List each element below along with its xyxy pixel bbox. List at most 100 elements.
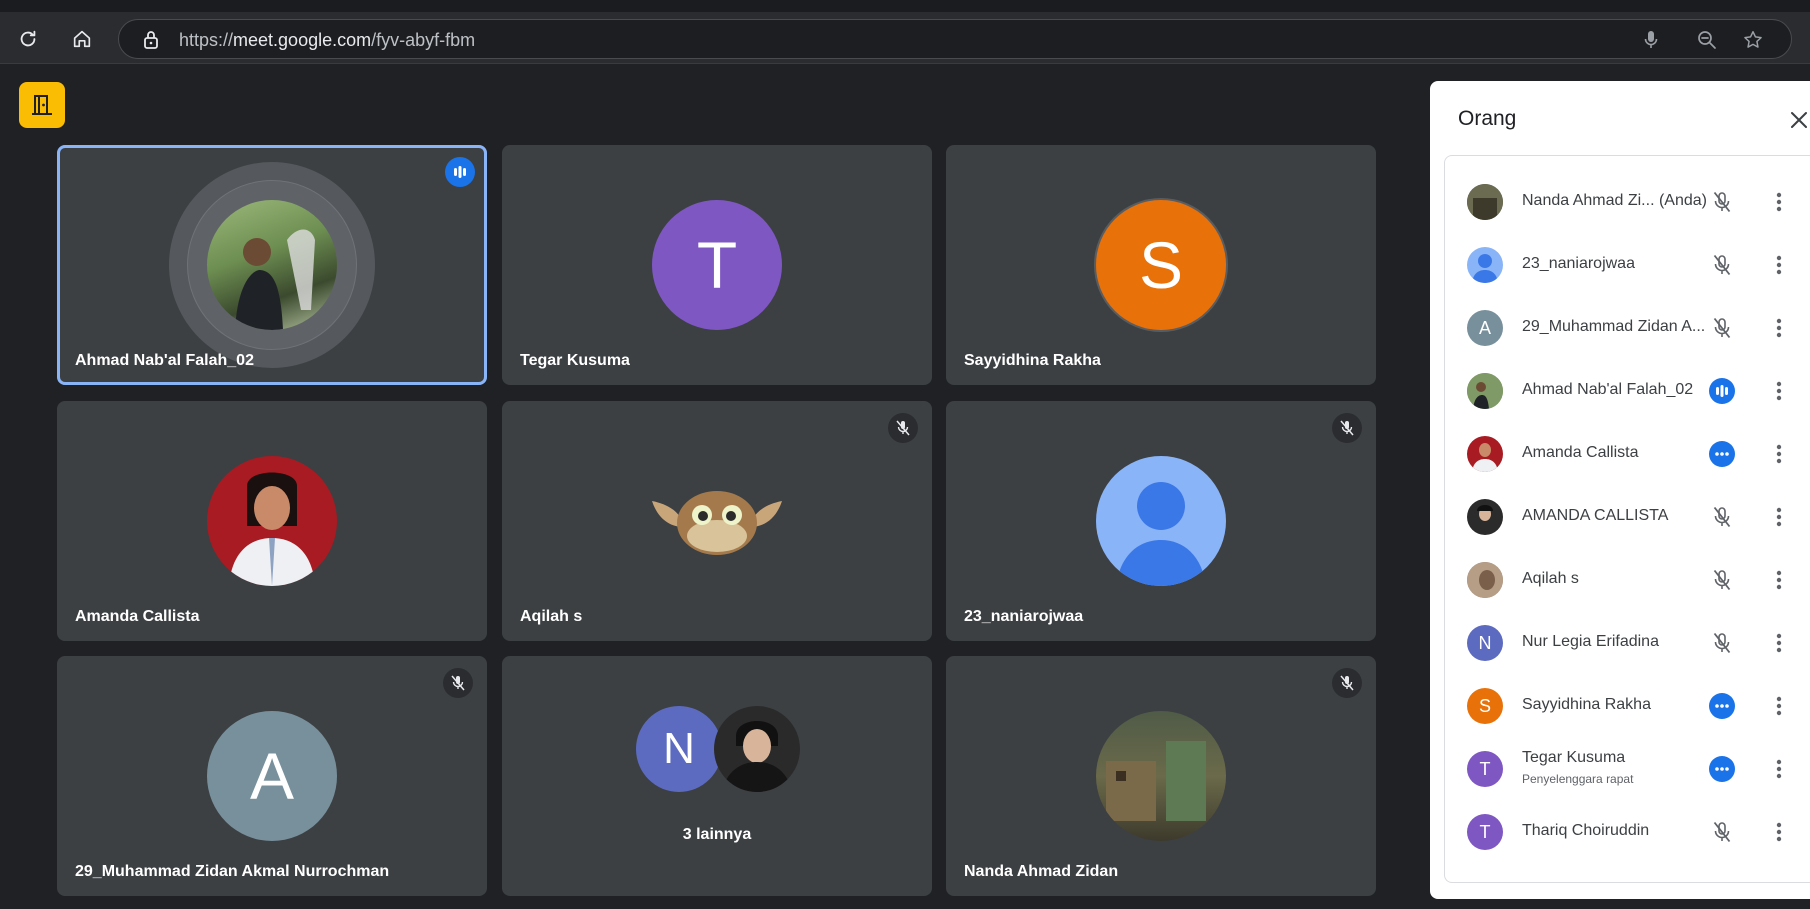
microphone-icon[interactable]	[1639, 28, 1663, 52]
participant-name: Aqilah s	[1522, 570, 1579, 587]
list-item[interactable]: AMANDA CALLISTA	[1445, 485, 1810, 548]
avatar: S	[1096, 200, 1226, 330]
default-person-avatar	[1467, 247, 1503, 283]
participant-tile[interactable]: 23_naniarojwaa	[946, 401, 1376, 641]
star-icon[interactable]	[1741, 28, 1765, 52]
muted-indicator	[1332, 668, 1362, 698]
url-host: meet.google.com	[233, 30, 372, 50]
avatar: N	[1467, 625, 1503, 661]
more-options-icon[interactable]	[1767, 818, 1791, 846]
door-icon	[32, 95, 52, 115]
browser-toolbar: https://meet.google.com/fyv-abyf-fbm	[0, 12, 1810, 64]
mic-off-icon[interactable]	[1709, 504, 1735, 530]
people-panel: Orang Nanda Ahmad Zi... (Anda) 23_naniar…	[1430, 81, 1810, 899]
close-icon[interactable]	[1784, 105, 1810, 135]
speaking-indicator	[445, 157, 475, 187]
participant-name: Amanda Callista	[1522, 444, 1639, 461]
participant-name: Aqilah s	[520, 608, 583, 625]
active-indicator[interactable]	[1709, 693, 1735, 719]
list-item[interactable]: S Sayyidhina Rakha	[1445, 674, 1810, 737]
url-prefix: https://	[179, 30, 234, 50]
participant-name: Ahmad Nab'al Falah_02	[75, 352, 254, 369]
list-item[interactable]: Nanda Ahmad Zi... (Anda)	[1445, 170, 1810, 233]
participant-role: Penyelenggara rapat	[1522, 772, 1634, 786]
participant-name: Tegar Kusuma	[1522, 749, 1626, 766]
avatar: T	[1467, 814, 1503, 850]
address-bar[interactable]: https://meet.google.com/fyv-abyf-fbm	[118, 19, 1792, 59]
more-options-icon[interactable]	[1767, 755, 1791, 783]
avatar	[1096, 711, 1226, 841]
participant-list: Nanda Ahmad Zi... (Anda) 23_naniarojwaa …	[1444, 155, 1810, 883]
participant-name: 29_Muhammad Zidan A...	[1522, 318, 1706, 335]
mic-off-icon[interactable]	[1709, 189, 1735, 215]
pufferfish-avatar	[642, 481, 792, 566]
lock-icon[interactable]	[139, 28, 163, 52]
participant-name: 29_Muhammad Zidan Akmal Nurrochman	[75, 863, 390, 880]
more-options-icon[interactable]	[1767, 377, 1791, 405]
more-options-icon[interactable]	[1767, 503, 1791, 531]
muted-indicator	[888, 413, 918, 443]
participant-name: Sayyidhina Rakha	[964, 352, 1101, 369]
more-options-icon[interactable]	[1767, 629, 1791, 657]
reload-icon[interactable]	[12, 24, 44, 54]
more-options-icon[interactable]	[1767, 314, 1791, 342]
active-indicator[interactable]	[1709, 756, 1735, 782]
list-item[interactable]: Aqilah s	[1445, 548, 1810, 611]
more-options-icon[interactable]	[1767, 692, 1791, 720]
active-indicator[interactable]	[1709, 441, 1735, 467]
avatar: T	[1467, 751, 1503, 787]
meet-stage: Ahmad Nab'al Falah_02 T Tegar Kusuma S S…	[0, 65, 1810, 909]
participant-tile[interactable]: Ahmad Nab'al Falah_02	[57, 145, 487, 385]
participant-name: Tegar Kusuma	[520, 352, 630, 369]
muted-indicator	[1332, 413, 1362, 443]
more-options-icon[interactable]	[1767, 440, 1791, 468]
participant-name: Nanda Ahmad Zidan	[964, 863, 1119, 880]
avatar: A	[207, 711, 337, 841]
avatar	[1467, 184, 1503, 220]
avatar	[1467, 499, 1503, 535]
avatar	[1467, 562, 1503, 598]
participant-name: 23_naniarojwaa	[1522, 255, 1635, 272]
url-text[interactable]: https://meet.google.com/fyv-abyf-fbm	[179, 30, 475, 51]
list-item[interactable]: T Thariq Choiruddin	[1445, 800, 1810, 863]
browser-title-strip	[0, 0, 1810, 12]
list-item[interactable]: Ahmad Nab'al Falah_02	[1445, 359, 1810, 422]
mic-off-icon[interactable]	[1709, 315, 1735, 341]
participant-name: Nur Legia Erifadina	[1522, 633, 1659, 650]
avatar: T	[652, 200, 782, 330]
panel-title: Orang	[1458, 107, 1517, 130]
mic-off-icon[interactable]	[1709, 630, 1735, 656]
participant-tile[interactable]: S Sayyidhina Rakha	[946, 145, 1376, 385]
zoom-icon[interactable]	[1695, 28, 1719, 52]
breakout-door-button[interactable]	[19, 82, 65, 128]
overflow-participants-tile[interactable]: N 3 lainnya	[502, 656, 932, 896]
mic-off-icon[interactable]	[1709, 567, 1735, 593]
muted-indicator	[443, 668, 473, 698]
participant-tile[interactable]: A 29_Muhammad Zidan Akmal Nurrochman	[57, 656, 487, 896]
avatar	[207, 200, 337, 330]
list-item[interactable]: N Nur Legia Erifadina	[1445, 611, 1810, 674]
participant-tile[interactable]: T Tegar Kusuma	[502, 145, 932, 385]
participant-tile[interactable]: Nanda Ahmad Zidan	[946, 656, 1376, 896]
list-item[interactable]: 23_naniarojwaa	[1445, 233, 1810, 296]
participant-tile[interactable]: Aqilah s	[502, 401, 932, 641]
avatar	[1467, 373, 1503, 409]
list-item[interactable]: Amanda Callista	[1445, 422, 1810, 485]
mic-off-icon[interactable]	[1709, 819, 1735, 845]
home-icon[interactable]	[66, 24, 98, 54]
more-options-icon[interactable]	[1767, 188, 1791, 216]
speaking-indicator[interactable]	[1709, 378, 1735, 404]
more-options-icon[interactable]	[1767, 566, 1791, 594]
more-options-icon[interactable]	[1767, 251, 1791, 279]
list-item[interactable]: T Tegar Kusuma Penyelenggara rapat	[1445, 737, 1810, 800]
avatar: A	[1467, 310, 1503, 346]
participant-name: Thariq Choiruddin	[1522, 822, 1650, 839]
list-item[interactable]: A 29_Muhammad Zidan A...	[1445, 296, 1810, 359]
url-path: /fyv-abyf-fbm	[371, 30, 476, 50]
participant-tile[interactable]: Amanda Callista	[57, 401, 487, 641]
participant-name: Amanda Callista	[75, 608, 200, 625]
mic-off-icon[interactable]	[1709, 252, 1735, 278]
avatar	[1467, 436, 1503, 472]
avatar: S	[1467, 688, 1503, 724]
more-participants-label: 3 lainnya	[682, 826, 752, 843]
